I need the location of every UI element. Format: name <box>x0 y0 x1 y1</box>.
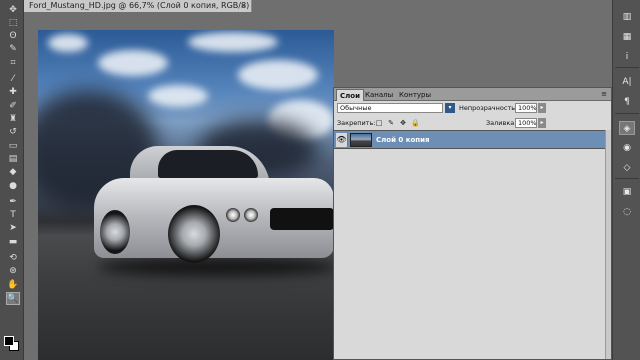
image-canvas[interactable] <box>38 30 334 360</box>
tools-panel: ✥ ⬚ ʘ ✎ ⌗ ⁄ ✚ ✐ ♜ ↺ ▭ ▤ ◆ ● ✒ T ➤ ▬ ⟲ ⊛ ✋ 🔍 <box>0 0 24 360</box>
quick-select-icon[interactable]: ✎ <box>6 43 20 56</box>
eyedropper-icon[interactable]: ⁄ <box>6 73 20 86</box>
clone-stamp-icon[interactable]: ♜ <box>6 113 20 126</box>
move-icon[interactable]: ✥ <box>6 4 20 17</box>
info-icon[interactable]: i <box>619 50 635 64</box>
channels-icon[interactable]: ◉ <box>619 141 635 155</box>
path-select-icon[interactable]: ➤ <box>6 222 20 235</box>
type-icon[interactable]: T <box>6 209 20 222</box>
lock-row: Закрепить: □ ✎ ✥ 🔒 Заливка: 100% ▸ <box>334 116 611 130</box>
3d-camera-icon[interactable]: ⊛ <box>6 265 20 278</box>
history-brush-icon[interactable]: ↺ <box>6 126 20 139</box>
layers-panel-header: Слои Каналы Контуры ≡ <box>334 88 611 101</box>
eraser-icon[interactable]: ▭ <box>6 140 20 153</box>
canvas-gutter <box>572 30 612 88</box>
masks-icon[interactable]: ◌ <box>619 205 635 219</box>
brush-icon[interactable]: ✐ <box>6 100 20 113</box>
dock-separator <box>615 178 639 179</box>
3d-rotate-icon[interactable]: ⟲ <box>6 252 20 265</box>
crop-icon[interactable]: ⌗ <box>6 57 20 70</box>
dock-separator <box>615 113 639 114</box>
pen-icon[interactable]: ✒ <box>6 196 20 209</box>
hand-icon[interactable]: ✋ <box>6 279 20 292</box>
paths-icon[interactable]: ◇ <box>619 161 635 175</box>
color-panel-icon[interactable]: ▥ <box>619 10 635 24</box>
dock-separator <box>615 67 639 68</box>
lasso-icon[interactable]: ʘ <box>6 30 20 43</box>
lock-image-icon[interactable]: ✎ <box>387 119 395 127</box>
close-tab-icon[interactable]: × <box>240 0 247 11</box>
foreground-color-swatch[interactable] <box>4 336 14 346</box>
zoom-icon[interactable]: 🔍 <box>6 292 20 305</box>
paragraph-icon[interactable]: ¶ <box>619 95 635 109</box>
adjustments-icon[interactable]: ▣ <box>619 185 635 199</box>
lock-position-icon[interactable]: ✥ <box>399 119 407 127</box>
blend-row: Обычные ▾ Непрозрачность: 100% ▸ <box>334 101 611 115</box>
tab-channels[interactable]: Каналы <box>362 89 396 101</box>
shape-icon[interactable]: ▬ <box>6 236 20 249</box>
opacity-input[interactable]: 100% <box>515 103 537 113</box>
opacity-slider-icon[interactable]: ▸ <box>538 103 546 113</box>
layers-panel: Слои Каналы Контуры ≡ Обычные ▾ Непрозра… <box>333 87 612 360</box>
fill-input[interactable]: 100% <box>515 118 537 128</box>
blend-mode-select[interactable]: Обычные <box>337 103 443 113</box>
layer-thumbnail[interactable] <box>350 133 372 147</box>
document-tab[interactable]: Ford_Mustang_HD.jpg @ 66,7% (Слой 0 копи… <box>24 0 252 12</box>
visibility-eye-icon[interactable]: 👁 <box>336 133 348 147</box>
marquee-icon[interactable]: ⬚ <box>6 17 20 30</box>
opacity-label: Непрозрачность: <box>459 104 518 112</box>
character-icon[interactable]: A| <box>619 75 635 89</box>
panel-menu-icon[interactable]: ≡ <box>601 90 607 98</box>
layer-item[interactable]: 👁 Слой 0 копия <box>334 130 605 149</box>
blend-mode-dropdown-icon[interactable]: ▾ <box>445 103 455 113</box>
tab-paths[interactable]: Контуры <box>396 89 434 101</box>
document-title: Ford_Mustang_HD.jpg @ 66,7% (Слой 0 копи… <box>29 1 252 10</box>
lock-all-icon[interactable]: 🔒 <box>411 119 420 127</box>
swatches-icon[interactable]: ▦ <box>619 30 635 44</box>
blur-icon[interactable]: ◆ <box>6 166 20 179</box>
fill-slider-icon[interactable]: ▸ <box>538 118 546 128</box>
layers-scrollbar[interactable] <box>605 130 611 359</box>
layer-name[interactable]: Слой 0 копия <box>376 134 430 146</box>
lock-label: Закрепить: <box>337 119 376 127</box>
layers-panel-icon[interactable]: ◈ <box>619 121 635 135</box>
dodge-icon[interactable]: ● <box>6 180 20 193</box>
lock-transparent-icon[interactable]: □ <box>375 119 383 127</box>
fill-label: Заливка: <box>486 119 517 127</box>
gradient-icon[interactable]: ▤ <box>6 153 20 166</box>
panel-dock: ▥ ▦ i A| ¶ ◈ ◉ ◇ ▣ ◌ <box>612 0 640 360</box>
healing-brush-icon[interactable]: ✚ <box>6 86 20 99</box>
tab-layers[interactable]: Слои <box>336 89 364 101</box>
